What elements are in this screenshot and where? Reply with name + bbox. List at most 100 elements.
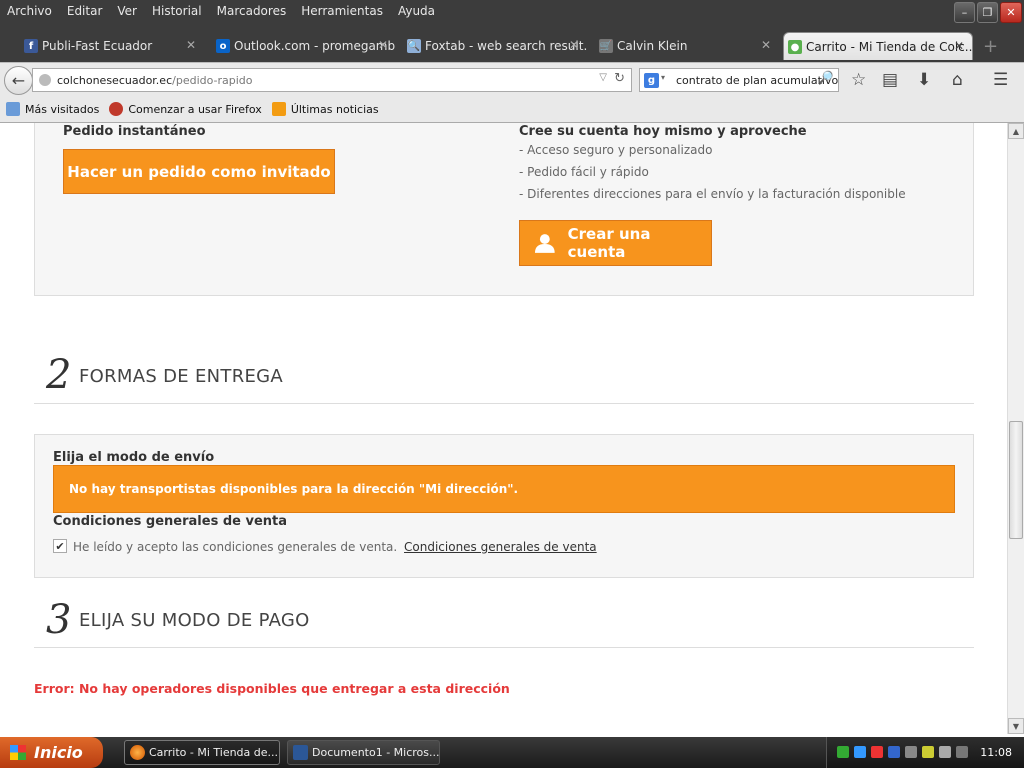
taskbar-clock: 11:08 (980, 746, 1012, 759)
terms-link[interactable]: Condiciones generales de venta (404, 540, 597, 554)
menu-ver[interactable]: Ver (110, 3, 145, 19)
bookmark-comenzar-firefox[interactable]: Comenzar a usar Firefox (109, 102, 262, 116)
taskbar-word-window[interactable]: Documento1 - Micros... (287, 740, 440, 765)
benefits-list: - Acceso seguro y personalizado - Pedido… (519, 139, 906, 205)
word-icon (293, 745, 308, 760)
new-tab-icon[interactable]: + (983, 36, 998, 57)
windows-logo-icon (10, 745, 26, 760)
update-icon[interactable] (922, 746, 934, 758)
rss-icon (271, 102, 286, 116)
step-number: 2 (46, 352, 72, 398)
close-button[interactable]: ✕ (1000, 2, 1022, 23)
tab-calvin-klein[interactable]: 🛒 Calvin Klein ✕ (595, 32, 779, 60)
tab-label: Carrito - Mi Tienda de Colc... (806, 39, 973, 54)
step-2-heading: 2 FORMAS DE ENTREGA (34, 348, 974, 404)
taskbar: Inicio Carrito - Mi Tienda de... Documen… (0, 737, 1024, 768)
bookmark-label: Más visitados (25, 102, 100, 116)
bookmark-label: Últimas noticias (290, 102, 379, 116)
tab-carrito[interactable]: ● Carrito - Mi Tienda de Colc... ✕ (783, 32, 973, 60)
payment-error-message: Error: No hay operadores disponibles que… (34, 681, 510, 696)
bookmark-mas-visitados[interactable]: Más visitados (6, 102, 99, 116)
url-path: /pedido-rapido (172, 73, 253, 87)
bookmarks-toolbar: Más visitados Comenzar a usar Firefox Úl… (0, 96, 1024, 123)
tab-foxtab[interactable]: 🔍 Foxtab - web search result... ✕ (403, 32, 587, 60)
step-3-heading: 3 ELIJA SU MODO DE PAGO (34, 593, 974, 648)
close-tab-icon[interactable]: ✕ (378, 38, 388, 52)
power-icon[interactable] (956, 746, 968, 758)
restore-button[interactable]: ❐ (977, 2, 998, 23)
search-value: contrato de plan acumulativo (676, 73, 839, 87)
create-account-label: Crear una cuenta (567, 225, 651, 261)
menu-historial[interactable]: Historial (145, 3, 210, 19)
guest-order-button[interactable]: Hacer un pedido como invitado (63, 149, 335, 194)
menu-marcadores[interactable]: Marcadores (210, 3, 295, 19)
step-number: 3 (46, 597, 72, 643)
navigation-bar: ← colchonesecuador.ec/pedido-rapido ▽ ↻ … (0, 62, 1024, 96)
shipping-label: Elija el modo de envío (53, 450, 215, 465)
alert-icon[interactable] (871, 746, 883, 758)
firefox-icon (109, 102, 124, 116)
search-icon: 🔍 (407, 39, 421, 53)
vertical-scrollbar[interactable]: ▲ ▼ (1007, 123, 1024, 734)
menu-herramientas[interactable]: Herramientas (294, 3, 391, 19)
tab-label: Foxtab - web search result... (425, 39, 587, 53)
bookmark-ultimas-noticias[interactable]: Últimas noticias (271, 102, 379, 116)
page-content: Pedido instantáneo Hacer un pedido como … (0, 123, 1007, 734)
minimize-button[interactable]: – (954, 2, 975, 23)
benefit-item: - Diferentes direcciones para el envío y… (519, 187, 906, 201)
start-button[interactable]: Inicio (0, 737, 103, 768)
history-dropdown-icon[interactable]: ▽ (599, 72, 607, 83)
search-input[interactable]: g ▾ contrato de plan acumulativo 🔎 (639, 68, 839, 92)
url-domain: colchonesecuador.ec (57, 73, 173, 87)
step-title: ELIJA SU MODO DE PAGO (79, 610, 310, 631)
display-icon[interactable] (888, 746, 900, 758)
download-icon[interactable]: ⬇ (917, 70, 931, 90)
menu-hamburger-icon[interactable]: ☰ (993, 70, 1008, 90)
speaker-icon[interactable] (939, 746, 951, 758)
home-icon[interactable]: ⌂ (952, 70, 963, 90)
firefox-icon (130, 745, 145, 760)
taskbar-window-label: Carrito - Mi Tienda de... (149, 746, 279, 759)
back-button[interactable]: ← (4, 66, 33, 95)
scroll-down-icon[interactable]: ▼ (1008, 718, 1024, 734)
tab-label: Publi-Fast Ecuador (42, 39, 153, 53)
tab-outlook[interactable]: o Outlook.com - promegamb... ✕ (212, 32, 396, 60)
scroll-up-icon[interactable]: ▲ (1008, 123, 1024, 139)
taskbar-firefox-window[interactable]: Carrito - Mi Tienda de... (124, 740, 280, 765)
bookmarks-list-icon[interactable]: ▤ (882, 70, 898, 90)
security-icon[interactable] (854, 746, 866, 758)
tab-label: Outlook.com - promegamb... (234, 39, 396, 53)
terms-checkbox[interactable]: ✔ (53, 539, 67, 553)
no-carriers-alert: No hay transportistas disponibles para l… (53, 465, 955, 513)
close-tab-icon[interactable]: ✕ (954, 39, 964, 53)
checkout-options-panel: Pedido instantáneo Hacer un pedido como … (34, 123, 974, 296)
network-icon[interactable] (837, 746, 849, 758)
reload-icon[interactable]: ↻ (614, 71, 625, 86)
close-tab-icon[interactable]: ✕ (186, 38, 196, 52)
start-label: Inicio (34, 743, 83, 762)
system-tray: 11:08 (826, 737, 1024, 768)
menu-bar: Archivo Editar Ver Historial Marcadores … (0, 0, 1024, 30)
create-account-button[interactable]: Crear una cuenta (519, 220, 712, 266)
tab-publifast[interactable]: f Publi-Fast Ecuador ✕ (20, 32, 204, 60)
instant-order-title: Pedido instantáneo (63, 124, 206, 139)
magnifier-icon[interactable]: 🔎 (818, 71, 834, 86)
bookmark-label: Comenzar a usar Firefox (128, 102, 262, 116)
scroll-thumb[interactable] (1009, 421, 1023, 539)
close-tab-icon[interactable]: ✕ (569, 38, 579, 52)
step-title: FORMAS DE ENTREGA (79, 366, 284, 387)
back-arrow-icon: ← (11, 71, 26, 90)
close-tab-icon[interactable]: ✕ (761, 38, 771, 52)
user-icon (534, 234, 555, 253)
menu-ayuda[interactable]: Ayuda (391, 3, 443, 19)
google-icon: g (644, 73, 659, 88)
bookmark-star-icon[interactable]: ☆ (851, 70, 866, 90)
window-controls: – ❐ ✕ (954, 2, 1022, 23)
address-bar[interactable]: colchonesecuador.ec/pedido-rapido ▽ ↻ (32, 68, 632, 92)
menu-archivo[interactable]: Archivo (0, 3, 60, 19)
device-icon[interactable] (905, 746, 917, 758)
engine-dropdown-icon[interactable]: ▾ (661, 73, 665, 82)
store-icon: ● (788, 40, 802, 54)
menu-editar[interactable]: Editar (60, 3, 111, 19)
globe-icon (39, 74, 51, 86)
